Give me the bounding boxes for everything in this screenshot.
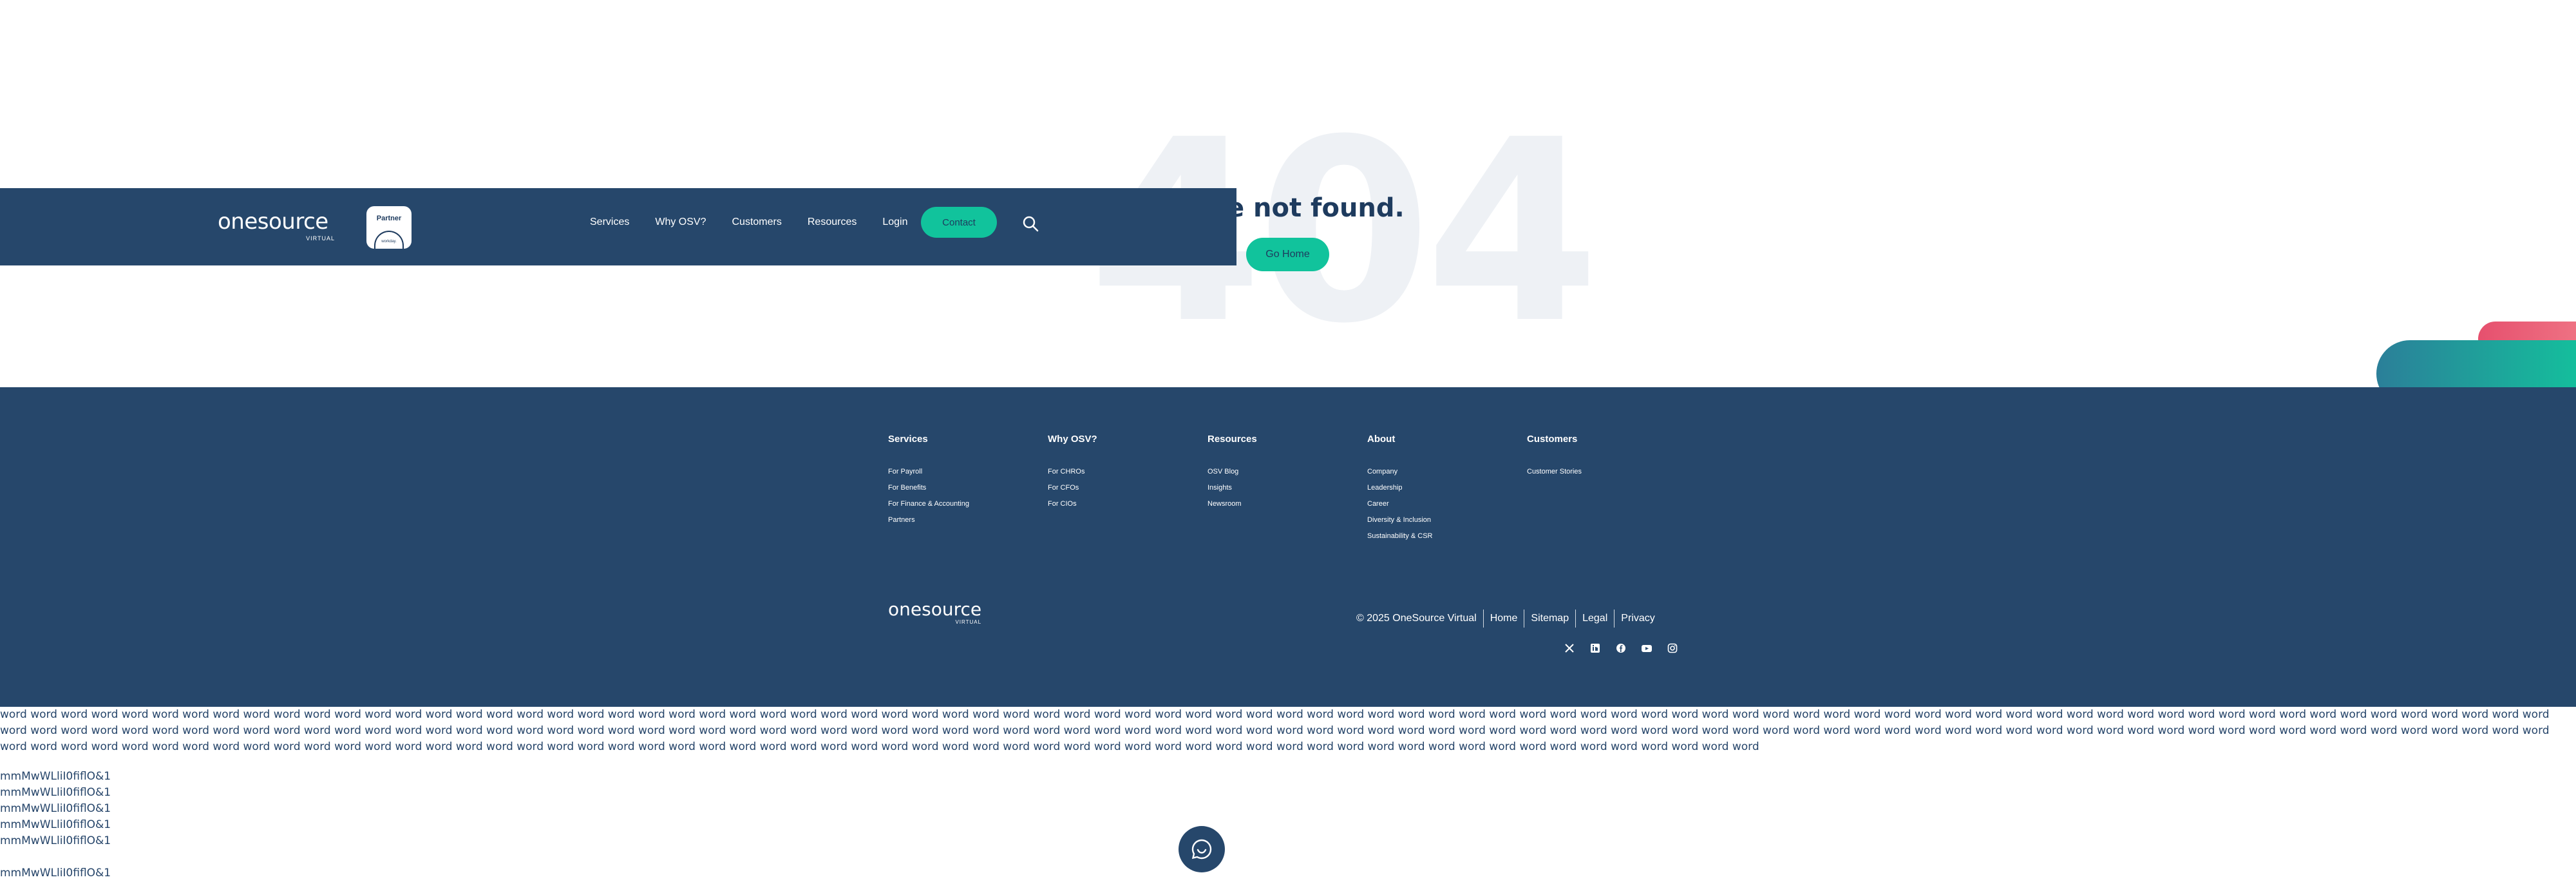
- footer-link[interactable]: Diversity & Inclusion: [1367, 512, 1433, 528]
- footer-column-title[interactable]: Services: [888, 434, 969, 445]
- glyph-test-line: mmMwWLliI0fiflO&1: [0, 834, 111, 847]
- workday-partner-badge: Partner workday.: [366, 206, 412, 249]
- footer-column-why-osv: Why OSV? For CHROs For CFOs For CIOs: [1048, 434, 1097, 512]
- footer-link[interactable]: Company: [1367, 464, 1433, 480]
- glyph-test-line: mmMwWLliI0fiflO&1: [0, 818, 111, 831]
- divider: [1575, 610, 1577, 628]
- footer-legal-bar: © 2025 OneSource Virtual Home Sitemap Le…: [1356, 610, 1655, 628]
- nav-customers[interactable]: Customers: [732, 216, 782, 228]
- footer-link[interactable]: For CHROs: [1048, 464, 1097, 480]
- linkedin-icon[interactable]: [1586, 639, 1604, 657]
- logo-wordmark: onesource: [218, 209, 328, 235]
- youtube-icon[interactable]: [1638, 639, 1656, 657]
- chat-widget-button[interactable]: [1179, 826, 1225, 872]
- footer-logo-subtitle: VIRTUAL: [955, 619, 982, 625]
- footer-link[interactable]: Sustainability & CSR: [1367, 528, 1433, 544]
- facebook-icon[interactable]: [1612, 639, 1630, 657]
- nav-resources[interactable]: Resources: [808, 216, 857, 228]
- footer-column-title[interactable]: Why OSV?: [1048, 434, 1097, 445]
- divider: [1482, 610, 1484, 628]
- not-found-message: e not found.: [1227, 193, 1405, 223]
- partner-sub: workday.: [381, 240, 397, 244]
- footer-logo-wordmark: onesource: [888, 599, 982, 620]
- footer-link[interactable]: Career: [1367, 496, 1433, 512]
- legal-link-home[interactable]: Home: [1490, 613, 1518, 624]
- footer-link[interactable]: Customer Stories: [1527, 464, 1582, 480]
- footer-column-title[interactable]: Resources: [1208, 434, 1257, 445]
- nav-login[interactable]: Login: [882, 216, 907, 228]
- footer-logo[interactable]: onesource VIRTUAL: [888, 599, 982, 626]
- footer-link[interactable]: Partners: [888, 512, 969, 528]
- footer-link[interactable]: OSV Blog: [1208, 464, 1257, 480]
- site-header: onesource VIRTUAL Partner workday. Servi…: [0, 188, 1236, 265]
- x-icon[interactable]: [1560, 639, 1578, 657]
- contact-button[interactable]: Contact: [921, 207, 997, 238]
- glyph-test-line: mmMwWLliI0fiflO&1: [0, 867, 111, 879]
- legal-link-privacy[interactable]: Privacy: [1621, 613, 1654, 624]
- footer-link[interactable]: For CIOs: [1048, 496, 1097, 512]
- footer-column-resources: Resources OSV Blog Insights Newsroom: [1208, 434, 1257, 512]
- glyph-test-line: mmMwWLliI0fiflO&1: [0, 802, 111, 815]
- partner-label: Partner: [376, 215, 402, 222]
- chat-icon: [1191, 839, 1212, 860]
- footer-link[interactable]: Newsroom: [1208, 496, 1257, 512]
- footer-link[interactable]: For CFOs: [1048, 480, 1097, 496]
- site-footer: Services For Payroll For Benefits For Fi…: [0, 387, 2576, 707]
- footer-link[interactable]: For Finance & Accounting: [888, 496, 969, 512]
- legal-link-sitemap[interactable]: Sitemap: [1531, 613, 1569, 624]
- footer-column-customers: Customers Customer Stories: [1527, 434, 1582, 480]
- glyph-test-line: mmMwWLliI0fiflO&1: [0, 786, 111, 799]
- nav-why-osv[interactable]: Why OSV?: [655, 216, 706, 228]
- main-nav: Services Why OSV? Customers Resources Lo…: [590, 216, 934, 228]
- go-home-button[interactable]: Go Home: [1246, 238, 1329, 271]
- social-links: [1560, 639, 1689, 657]
- footer-link[interactable]: For Benefits: [888, 480, 969, 496]
- instagram-icon[interactable]: [1663, 639, 1681, 657]
- footer-link[interactable]: Insights: [1208, 480, 1257, 496]
- copyright-text: © 2025 OneSource Virtual: [1356, 613, 1477, 624]
- footer-column-about: About Company Leadership Career Diversit…: [1367, 434, 1433, 544]
- divider: [1614, 610, 1615, 628]
- logo-subtitle: VIRTUAL: [306, 235, 335, 242]
- footer-column-services: Services For Payroll For Benefits For Fi…: [888, 434, 969, 528]
- site-logo[interactable]: onesource VIRTUAL: [218, 211, 340, 243]
- footer-column-title[interactable]: Customers: [1527, 434, 1582, 445]
- footer-link[interactable]: Leadership: [1367, 480, 1433, 496]
- footer-column-title[interactable]: About: [1367, 434, 1433, 445]
- search-icon[interactable]: [1022, 215, 1039, 232]
- footer-link[interactable]: For Payroll: [888, 464, 969, 480]
- legal-link-legal[interactable]: Legal: [1582, 613, 1607, 624]
- glyph-test-line: mmMwWLliI0fiflO&1: [0, 770, 111, 783]
- test-word-paragraph: word word word word word word word word …: [0, 708, 2550, 753]
- nav-services[interactable]: Services: [590, 216, 629, 228]
